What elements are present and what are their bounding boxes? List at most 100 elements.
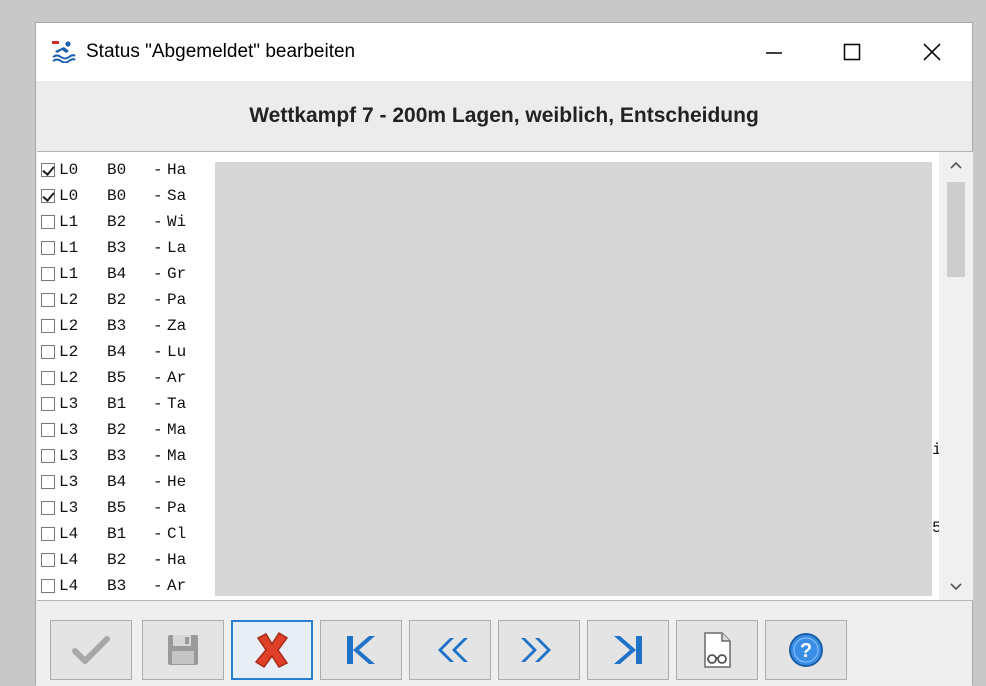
entry-checkbox[interactable] xyxy=(41,449,55,463)
save-button[interactable] xyxy=(142,620,224,680)
previous-button[interactable] xyxy=(409,620,491,680)
athlete-name: Pa xyxy=(167,499,187,517)
list-item[interactable]: L1 B3 - La xyxy=(41,235,191,261)
chevron-down-icon xyxy=(950,583,962,591)
entry-checkbox[interactable] xyxy=(41,215,55,229)
lane-label: L4 xyxy=(59,551,79,569)
separator: - xyxy=(153,291,163,309)
lane-label: L0 xyxy=(59,161,79,179)
last-button[interactable] xyxy=(587,620,669,680)
heat-label: B5 xyxy=(107,369,127,387)
list-item[interactable]: L1 B4 - Gr xyxy=(41,261,191,287)
heat-label: B4 xyxy=(107,265,127,283)
red-x-icon xyxy=(254,631,289,669)
heat-label: B2 xyxy=(107,551,127,569)
heat-label: B4 xyxy=(107,473,127,491)
list-item[interactable]: L4 B1 - Cl xyxy=(41,521,191,547)
entry-checkbox[interactable] xyxy=(41,423,55,437)
entry-checkbox[interactable] xyxy=(41,527,55,541)
help-button[interactable]: ? xyxy=(765,620,847,680)
entry-checkbox[interactable] xyxy=(41,553,55,567)
heat-label: B4 xyxy=(107,343,127,361)
list-item[interactable]: L4 B2 - Ha xyxy=(41,547,191,573)
swimmer-icon xyxy=(52,41,76,63)
next-button[interactable] xyxy=(498,620,580,680)
double-chevron-right-icon xyxy=(521,638,551,662)
separator: - xyxy=(153,343,163,361)
lane-label: L4 xyxy=(59,577,79,595)
chevron-up-icon xyxy=(950,161,962,169)
heat-label: B3 xyxy=(107,447,127,465)
list-item[interactable]: L2 B5 - Ar xyxy=(41,365,191,391)
entry-checkbox[interactable] xyxy=(41,267,55,281)
print-preview-button[interactable] xyxy=(676,620,758,680)
entry-checkbox[interactable] xyxy=(41,345,55,359)
checkmark-icon xyxy=(72,636,110,664)
heat-label: B5 xyxy=(107,499,127,517)
list-item[interactable]: L3 B5 - Pa xyxy=(41,495,191,521)
heat-label: B1 xyxy=(107,395,127,413)
lane-label: L2 xyxy=(59,369,79,387)
entry-checkbox[interactable] xyxy=(41,371,55,385)
maximize-button[interactable] xyxy=(814,23,890,81)
entry-checkbox[interactable] xyxy=(41,189,55,203)
athlete-name: Ta xyxy=(167,395,187,413)
lane-label: L1 xyxy=(59,239,79,257)
lane-label: L2 xyxy=(59,343,79,361)
athlete-name: Ma xyxy=(167,421,187,439)
athlete-name: He xyxy=(167,473,187,491)
redacted-area xyxy=(215,162,932,596)
heat-label: B3 xyxy=(107,239,127,257)
athlete-name: Gr xyxy=(167,265,187,283)
heat-label: B0 xyxy=(107,161,127,179)
athlete-name: Za xyxy=(167,317,187,335)
scroll-thumb[interactable] xyxy=(947,182,965,277)
list-item[interactable]: L2 B4 - Lu xyxy=(41,339,191,365)
cancel-button[interactable] xyxy=(231,620,313,680)
entry-checkbox[interactable] xyxy=(41,579,55,593)
floppy-disk-icon xyxy=(168,635,198,665)
close-icon xyxy=(923,43,941,61)
confirm-button[interactable] xyxy=(50,620,132,680)
list-item[interactable]: L3 B3 - Ma xyxy=(41,443,191,469)
minimize-icon xyxy=(766,52,782,54)
heat-label: B2 xyxy=(107,421,127,439)
vertical-scrollbar[interactable] xyxy=(939,152,973,600)
separator: - xyxy=(153,239,163,257)
minimize-button[interactable] xyxy=(736,23,812,81)
lane-label: L1 xyxy=(59,213,79,231)
skip-to-end-icon xyxy=(614,636,642,664)
separator: - xyxy=(153,473,163,491)
list-item[interactable]: L1 B2 - Wi xyxy=(41,209,191,235)
list-item[interactable]: L4 B3 - Ar xyxy=(41,573,191,599)
list-item[interactable]: L0 B0 - Sa xyxy=(41,183,191,209)
heat-label: B2 xyxy=(107,213,127,231)
scroll-up-button[interactable] xyxy=(939,152,973,178)
entry-checkbox[interactable] xyxy=(41,501,55,515)
athlete-name: Wi xyxy=(167,213,187,231)
first-button[interactable] xyxy=(320,620,402,680)
entry-checkbox[interactable] xyxy=(41,293,55,307)
list-item[interactable]: L2 B3 - Za xyxy=(41,313,191,339)
entry-checkbox[interactable] xyxy=(41,241,55,255)
list-item[interactable]: L3 B2 - Ma xyxy=(41,417,191,443)
list-item[interactable]: L2 B2 - Pa xyxy=(41,287,191,313)
separator: - xyxy=(153,265,163,283)
entry-checkbox[interactable] xyxy=(41,475,55,489)
question-mark-icon: ? xyxy=(789,633,823,667)
entry-checkbox[interactable] xyxy=(41,163,55,177)
entry-checkbox[interactable] xyxy=(41,397,55,411)
athlete-name: Ha xyxy=(167,551,187,569)
double-chevron-left-icon xyxy=(438,638,468,662)
list-item[interactable]: L3 B4 - He xyxy=(41,469,191,495)
list-item[interactable]: L0 B0 - Ha xyxy=(41,157,191,183)
scroll-down-button[interactable] xyxy=(939,574,973,600)
separator: - xyxy=(153,577,163,595)
lane-label: L2 xyxy=(59,317,79,335)
heat-label: B3 xyxy=(107,577,127,595)
close-button[interactable] xyxy=(894,23,970,81)
entries-list[interactable]: L0 B0- Ha L0 B0- Sa L1 B2- Wi L1 B3- La L1 B4- Gr L2 B2-… xyxy=(37,151,973,601)
separator: - xyxy=(153,499,163,517)
entry-checkbox[interactable] xyxy=(41,319,55,333)
list-item[interactable]: L3 B1 - Ta xyxy=(41,391,191,417)
